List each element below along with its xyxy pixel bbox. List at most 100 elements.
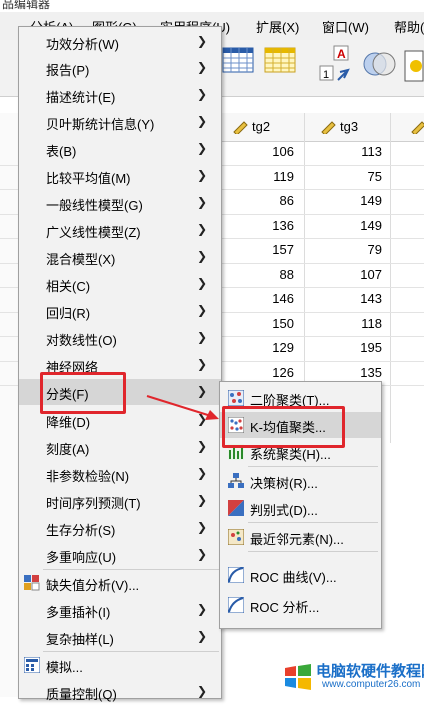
menu-item-loglinear[interactable]: 对数线性(O) ❯ xyxy=(19,325,221,351)
submenu-item-discriminant[interactable]: 判别式(D)... xyxy=(220,495,381,521)
submenu-arrow-icon: ❯ xyxy=(197,222,208,236)
cell-tg2[interactable]: 136 xyxy=(250,218,294,233)
submenu-item-roc-analysis[interactable]: ROC 分析... xyxy=(220,592,381,618)
cell-tg2[interactable]: 119 xyxy=(250,169,294,184)
cell-tg3[interactable]: 79 xyxy=(336,242,382,257)
submenu-item-decision-tree[interactable]: 决策树(R)... xyxy=(220,468,381,494)
cell-tg2[interactable]: 150 xyxy=(250,316,294,331)
cell-tg3[interactable]: 75 xyxy=(336,169,382,184)
submenu-arrow-icon: ❯ xyxy=(197,629,208,643)
menu-item-survival[interactable]: 生存分析(S) ❯ xyxy=(19,515,221,541)
menu-item-nonparametric-tests[interactable]: 非参数检验(N) ❯ xyxy=(19,461,221,487)
submenu-arrow-icon: ❯ xyxy=(197,168,208,182)
menu-item-generalized-linear-models[interactable]: 广义线性模型(Z) ❯ xyxy=(19,217,221,243)
submenu-arrow-icon: ❯ xyxy=(197,520,208,534)
nearest-neighbor-icon xyxy=(228,529,244,545)
cell-tg3[interactable]: 113 xyxy=(336,144,382,159)
menu-window[interactable]: 窗口(W) xyxy=(322,17,369,36)
cell-tg3[interactable]: 135 xyxy=(336,365,382,380)
submenu-item-roc-curve[interactable]: ROC 曲线(V)... xyxy=(220,562,381,588)
submenu-arrow-icon: ❯ xyxy=(197,602,208,616)
cell-tg3[interactable]: 149 xyxy=(336,218,382,233)
menu-item-tables[interactable]: 表(B) ❯ xyxy=(19,136,221,162)
menu-item-complex-samples[interactable]: 复杂抽样(L) ❯ xyxy=(19,624,221,650)
analyze-menu: 功效分析(W) ❯ 报告(P) ❯ 描述统计(E) ❯ 贝叶斯统计信息(Y) ❯ 表(B… xyxy=(18,26,222,702)
menu-extensions[interactable]: 扩展(X) xyxy=(256,17,299,36)
submenu-arrow-icon: ❯ xyxy=(197,466,208,480)
submenu-arrow-icon: ❯ xyxy=(197,276,208,290)
value-labels-icon[interactable]: A 1 xyxy=(318,44,358,84)
submenu-arrow-icon: ❯ xyxy=(197,439,208,453)
submenu-arrow-icon: ❯ xyxy=(197,34,208,48)
missing-value-icon xyxy=(24,575,40,591)
cell-tg2[interactable]: 129 xyxy=(250,340,294,355)
submenu-arrow-icon: ❯ xyxy=(197,493,208,507)
menu-item-mixed-models[interactable]: 混合模型(X) ❯ xyxy=(19,244,221,270)
menu-item-forecasting[interactable]: 时间序列预测(T) ❯ xyxy=(19,488,221,514)
annotation-arrow-icon xyxy=(146,395,219,420)
window-title: 品编辑器 xyxy=(0,0,424,12)
toolbar-partial-icon[interactable] xyxy=(404,50,424,82)
menu-item-correlate[interactable]: 相关(C) ❯ xyxy=(19,271,221,297)
ruler-pencil-icon xyxy=(411,121,424,134)
submenu-arrow-icon: ❯ xyxy=(197,60,208,74)
menu-item-simulation[interactable]: 模拟... xyxy=(19,652,221,678)
menu-item-descriptive-statistics[interactable]: 描述统计(E) ❯ xyxy=(19,82,221,108)
cell-tg3[interactable]: 195 xyxy=(336,340,382,355)
ruler-pencil-icon xyxy=(321,121,336,134)
menu-item-compare-means[interactable]: 比较平均值(M) ❯ xyxy=(19,163,221,189)
cell-tg2[interactable]: 126 xyxy=(250,365,294,380)
roc-analysis-icon xyxy=(228,597,244,613)
menu-item-reports[interactable]: 报告(P) ❯ xyxy=(19,55,221,81)
cell-tg2[interactable]: 88 xyxy=(250,267,294,282)
submenu-arrow-icon: ❯ xyxy=(197,114,208,128)
menu-item-multiple-imputation[interactable]: 多重插补(I) ❯ xyxy=(19,597,221,623)
menu-item-scale[interactable]: 刻度(A) ❯ xyxy=(19,434,221,460)
watermark-url: www.computer26.com xyxy=(322,679,421,690)
menu-item-general-linear-model[interactable]: 一般线性模型(G) ❯ xyxy=(19,190,221,216)
cell-tg3[interactable]: 118 xyxy=(336,316,382,331)
cell-tg2[interactable]: 106 xyxy=(250,144,294,159)
submenu-arrow-icon: ❯ xyxy=(197,87,208,101)
cell-tg3[interactable]: 107 xyxy=(336,267,382,282)
column-header-tg3[interactable]: tg3 xyxy=(340,119,358,134)
submenu-arrow-icon: ❯ xyxy=(197,357,208,371)
menu-item-missing-value-analysis[interactable]: 缺失值分析(V)... xyxy=(19,570,221,596)
menu-item-quality-control[interactable]: 质量控制(Q) ❯ xyxy=(19,679,221,705)
svg-text:1: 1 xyxy=(323,69,329,81)
watermark: 电脑软硬件教程网 www.computer26.com xyxy=(272,657,424,697)
simulation-icon xyxy=(24,657,40,673)
menu-item-multiple-response[interactable]: 多重响应(U) ❯ xyxy=(19,542,221,568)
cell-tg3[interactable]: 143 xyxy=(336,291,382,306)
discriminant-icon xyxy=(228,500,244,516)
submenu-arrow-icon: ❯ xyxy=(197,195,208,209)
annotation-box-classify xyxy=(40,372,126,414)
submenu-arrow-icon: ❯ xyxy=(197,330,208,344)
cell-tg2[interactable]: 86 xyxy=(250,193,294,208)
watermark-title: 电脑软硬件教程网 xyxy=(316,663,424,680)
submenu-arrow-icon: ❯ xyxy=(197,684,208,698)
svg-text:A: A xyxy=(337,47,346,61)
window-title-text: 品编辑器 xyxy=(2,0,51,11)
cell-tg3[interactable]: 149 xyxy=(336,193,382,208)
cell-tg2[interactable]: 146 xyxy=(250,291,294,306)
ruler-pencil-icon xyxy=(233,121,248,134)
venn-circles-icon[interactable] xyxy=(362,46,398,80)
submenu-arrow-icon: ❯ xyxy=(197,249,208,263)
menu-item-power-analysis[interactable]: 功效分析(W) ❯ xyxy=(19,29,221,55)
two-step-cluster-icon xyxy=(228,390,244,406)
roc-curve-icon xyxy=(228,567,244,583)
menu-item-bayesian-statistics[interactable]: 贝叶斯统计信息(Y) ❯ xyxy=(19,109,221,135)
decision-tree-icon xyxy=(228,473,244,488)
submenu-item-nearest-neighbor[interactable]: 最近邻元素(N)... xyxy=(220,524,381,550)
submenu-arrow-icon: ❯ xyxy=(197,547,208,561)
data-grid-icon[interactable] xyxy=(222,46,256,74)
variable-grid-icon[interactable] xyxy=(264,46,298,74)
cell-tg2[interactable]: 157 xyxy=(250,242,294,257)
windows-logo-icon xyxy=(285,664,311,690)
menu-item-regression[interactable]: 回归(R) ❯ xyxy=(19,298,221,324)
menu-help[interactable]: 帮助( xyxy=(394,17,424,36)
column-header-tg2[interactable]: tg2 xyxy=(252,119,270,134)
annotation-box-k-means xyxy=(222,406,345,448)
submenu-arrow-icon: ❯ xyxy=(197,141,208,155)
